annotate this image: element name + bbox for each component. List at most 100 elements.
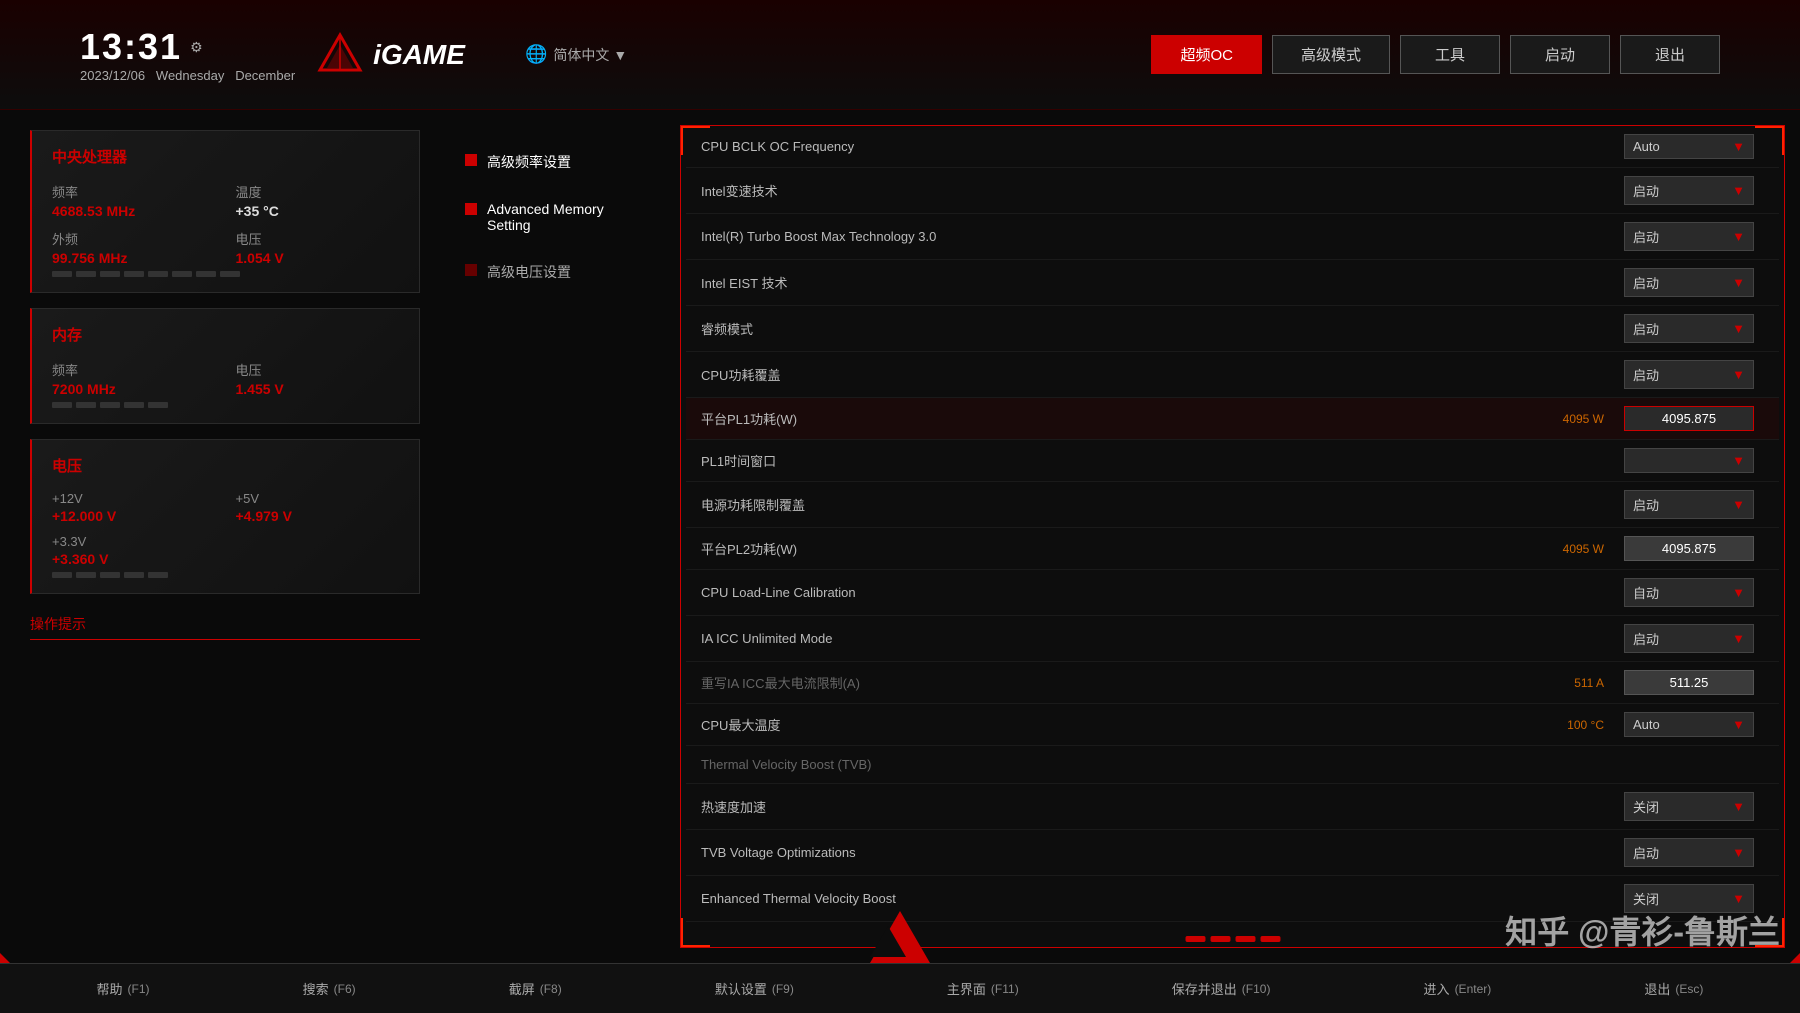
nav-btn-exit[interactable]: 退出 <box>1620 35 1720 74</box>
setting-name: CPU功耗覆盖 <box>701 365 1524 384</box>
bottom-bar-item[interactable]: 搜索 (F6) <box>303 979 356 998</box>
clock-display: 13:31 <box>80 26 182 68</box>
setting-row[interactable]: 睿频模式启动▼ <box>686 306 1779 352</box>
dropdown-button[interactable]: 启动▼ <box>1624 624 1754 653</box>
bottom-action-label: 保存并退出 <box>1172 979 1237 998</box>
ram-info-grid: 频率 7200 MHz 电压 1.455 V <box>52 360 399 397</box>
setting-control[interactable]: Auto▼ <box>1624 134 1764 159</box>
setting-name: IA ICC Unlimited Mode <box>701 631 1524 646</box>
setting-row[interactable]: Intel变速技术 启动▼ <box>686 168 1779 214</box>
bottom-bar-item[interactable]: 截屏 (F8) <box>509 979 562 998</box>
setting-row[interactable]: 电源功耗限制覆盖启动▼ <box>686 482 1779 528</box>
setting-row[interactable]: 热速度加速 关闭▼ <box>686 784 1779 830</box>
frame-corner-tr <box>1755 125 1785 155</box>
setting-control[interactable]: 4095.875 <box>1624 536 1764 561</box>
setting-control[interactable]: 启动▼ <box>1624 314 1764 343</box>
setting-control[interactable]: 启动▼ <box>1624 176 1764 205</box>
value-input[interactable]: 4095.875 <box>1624 406 1754 431</box>
setting-control[interactable]: Auto▼ <box>1624 712 1764 737</box>
setting-row[interactable]: Intel EIST 技术启动▼ <box>686 260 1779 306</box>
setting-control[interactable]: ▼ <box>1624 448 1764 473</box>
setting-row[interactable]: Thermal Velocity Boost (TVB) <box>686 746 1779 784</box>
setting-control[interactable]: 启动▼ <box>1624 490 1764 519</box>
dropdown-arrow-icon: ▼ <box>1732 321 1745 336</box>
setting-hint: 511 A <box>1524 676 1604 690</box>
setting-row[interactable]: CPU最大温度100 °CAuto▼ <box>686 704 1779 746</box>
dropdown-button[interactable]: 启动▼ <box>1624 222 1754 251</box>
voltage-info-grid: +12V +12.000 V +5V +4.979 V +3.3V +3.360… <box>52 491 399 567</box>
setting-control[interactable]: 4095.875 <box>1624 406 1764 431</box>
setting-row[interactable]: PL1时间窗口▼ <box>686 440 1779 482</box>
setting-hint: 100 °C <box>1524 718 1604 732</box>
frame-corner-tl <box>680 125 710 155</box>
v12-group: +12V +12.000 V <box>52 491 216 524</box>
dropdown-button[interactable]: 启动▼ <box>1624 360 1754 389</box>
setting-name: 平台PL1功耗(W) <box>701 409 1524 428</box>
dropdown-button[interactable]: 启动▼ <box>1624 314 1754 343</box>
sidebar-item-freq[interactable]: 高级频率设置 <box>455 140 655 184</box>
setting-control[interactable]: 启动▼ <box>1624 624 1764 653</box>
setting-control[interactable]: 启动▼ <box>1624 268 1764 297</box>
ops-hint: 操作提示 <box>30 614 420 640</box>
value-input[interactable]: 4095.875 <box>1624 536 1754 561</box>
bottom-bar-item[interactable]: 默认设置 (F9) <box>715 979 794 998</box>
dropdown-button[interactable]: 自动▼ <box>1624 578 1754 607</box>
ram-freq-value: 7200 MHz <box>52 381 216 397</box>
dropdown-button[interactable]: 启动▼ <box>1624 268 1754 297</box>
setting-row[interactable]: CPU Load-Line Calibration自动▼ <box>686 570 1779 616</box>
dropdown-button[interactable]: 关闭▼ <box>1624 792 1754 821</box>
sidebar-item-voltage[interactable]: 高级电压设置 <box>455 250 655 294</box>
bottom-action-label: 截屏 <box>509 979 535 998</box>
sidebar-label-voltage: 高级电压设置 <box>487 262 571 282</box>
nav-btn-oc[interactable]: 超频OC <box>1151 35 1262 74</box>
dropdown-button[interactable]: 启动▼ <box>1624 490 1754 519</box>
setting-control[interactable]: 511.25 <box>1624 670 1764 695</box>
dropdown-button[interactable]: ▼ <box>1624 448 1754 473</box>
bottom-key-label: (F1) <box>128 982 150 996</box>
setting-control[interactable]: 启动▼ <box>1624 838 1764 867</box>
sidebar-item-memory[interactable]: Advanced Memory Setting <box>455 189 655 245</box>
voltage-card-title: 电压 <box>52 455 399 476</box>
value-input[interactable]: 511.25 <box>1624 670 1754 695</box>
dropdown-arrow-icon: ▼ <box>1732 631 1745 646</box>
dropdown-arrow-icon: ▼ <box>1732 229 1745 244</box>
setting-row[interactable]: 平台PL2功耗(W)4095 W4095.875 <box>686 528 1779 570</box>
setting-row[interactable]: CPU功耗覆盖 启动▼ <box>686 352 1779 398</box>
setting-control[interactable]: 关闭▼ <box>1624 792 1764 821</box>
setting-name: 热速度加速 <box>701 797 1524 816</box>
setting-control[interactable]: 启动▼ <box>1624 222 1764 251</box>
dropdown-button[interactable]: 启动▼ <box>1624 176 1754 205</box>
bottom-key-label: (F9) <box>772 982 794 996</box>
v33-label: +3.3V <box>52 534 216 549</box>
setting-row[interactable]: 重写IA ICC最大电流限制(A)511 A511.25 <box>686 662 1779 704</box>
bottom-action-label: 默认设置 <box>715 979 767 998</box>
dropdown-button[interactable]: 启动▼ <box>1624 838 1754 867</box>
setting-control[interactable]: 启动▼ <box>1624 360 1764 389</box>
v12-label: +12V <box>52 491 216 506</box>
language-selector[interactable]: 🌐 简体中文 ▼ <box>525 44 627 65</box>
v33-group: +3.3V +3.360 V <box>52 534 216 567</box>
bottom-bar-item[interactable]: 保存并退出 (F10) <box>1172 979 1271 998</box>
bottom-bar-item[interactable]: 帮助 (F1) <box>97 979 150 998</box>
dropdown-button[interactable]: Auto▼ <box>1624 712 1754 737</box>
bottom-bar-item[interactable]: 主界面 (F11) <box>947 979 1019 998</box>
setting-row[interactable]: 平台PL1功耗(W)4095 W4095.875 <box>686 398 1779 440</box>
setting-row[interactable]: CPU BCLK OC FrequencyAuto▼ <box>686 126 1779 168</box>
setting-row[interactable]: IA ICC Unlimited Mode 启动▼ <box>686 616 1779 662</box>
sidebar-icon-voltage <box>465 264 477 276</box>
bottom-action-label: 帮助 <box>97 979 123 998</box>
bottom-key-label: (F6) <box>334 982 356 996</box>
header: 13:31 ⚙ 2023/12/06 Wednesday December iG… <box>0 0 1800 110</box>
bottom-bar-item[interactable]: 进入 (Enter) <box>1424 979 1492 998</box>
nav-btn-tools[interactable]: 工具 <box>1400 35 1500 74</box>
nav-btn-advanced[interactable]: 高级模式 <box>1272 35 1390 74</box>
setting-row[interactable]: Intel(R) Turbo Boost Max Technology 3.0启… <box>686 214 1779 260</box>
nav-btn-boot[interactable]: 启动 <box>1510 35 1610 74</box>
setting-name: Intel变速技术 <box>701 181 1524 200</box>
setting-row[interactable]: TVB Voltage Optimizations启动▼ <box>686 830 1779 876</box>
cpu-volt-value: 1.054 V <box>236 250 400 266</box>
setting-control[interactable]: 自动▼ <box>1624 578 1764 607</box>
ram-card-title: 内存 <box>52 324 399 345</box>
bottom-bar-item[interactable]: 退出 (Esc) <box>1644 979 1703 998</box>
dropdown-button[interactable]: Auto▼ <box>1624 134 1754 159</box>
